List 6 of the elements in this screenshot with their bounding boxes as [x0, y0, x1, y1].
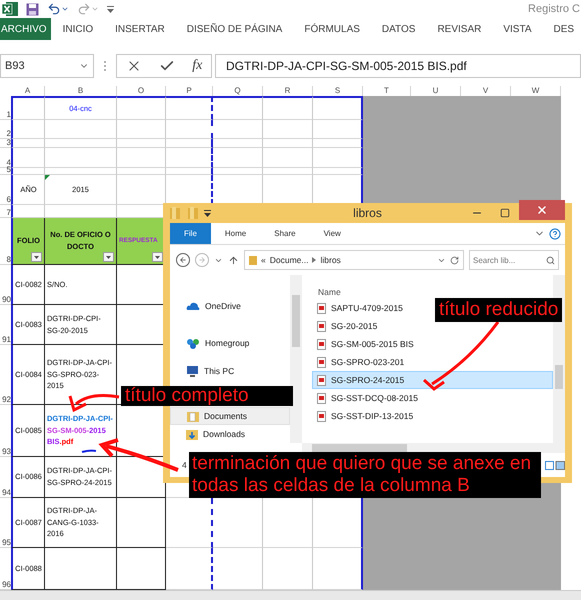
annotation-tooltip: título reducido [435, 298, 562, 322]
window-title: libros [353, 206, 382, 220]
annotation-tooltip: título completo [121, 386, 293, 406]
annotation-tooltip: terminación que quiero que se anexe en todas las celdas de la columna B [189, 452, 541, 498]
status-text: 4 [182, 460, 187, 470]
app-title: Registro C [528, 3, 580, 15]
